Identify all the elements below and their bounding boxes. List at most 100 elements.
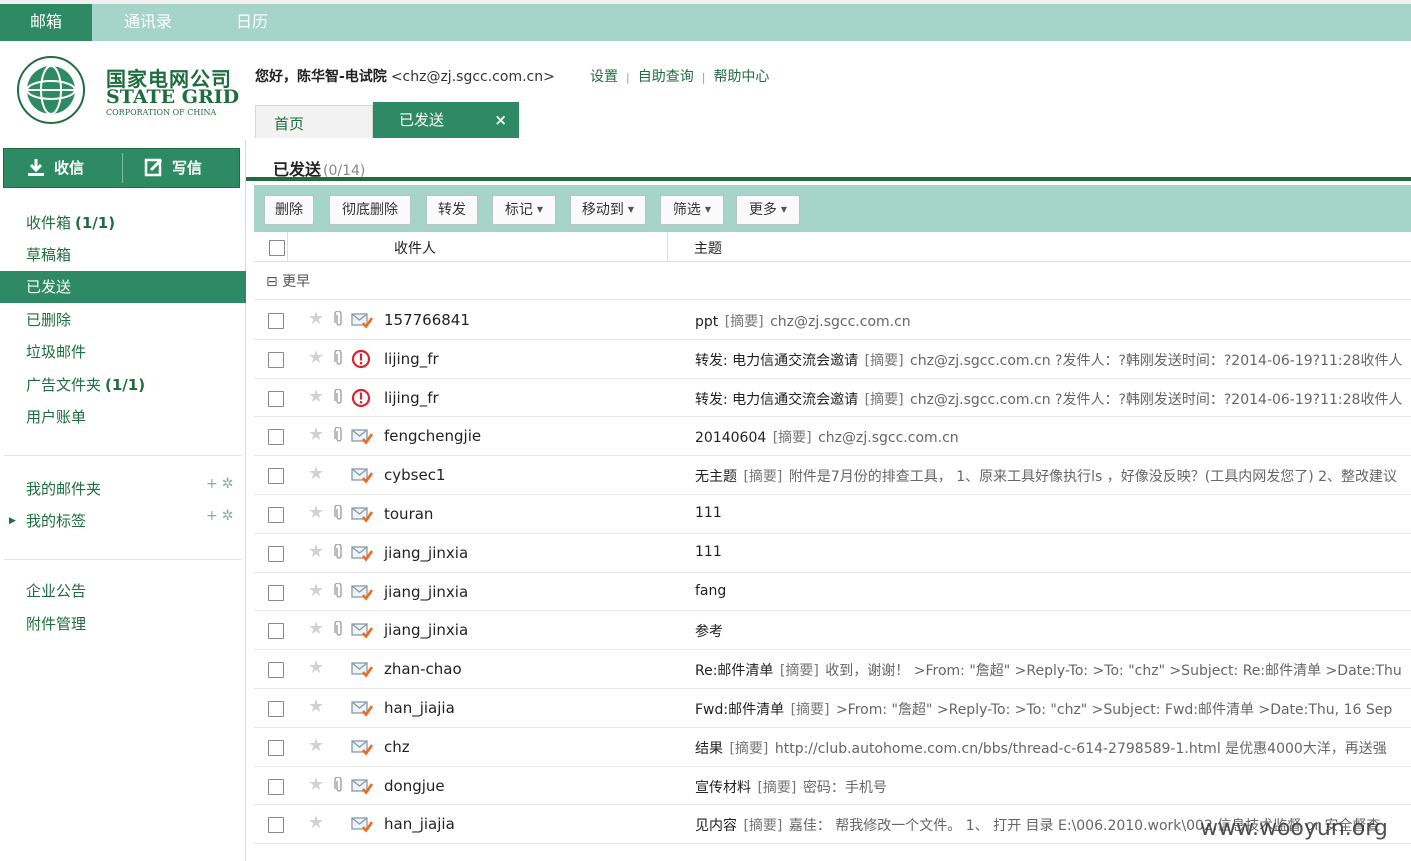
star-icon[interactable]: ★ [308,696,324,717]
user-greeting: 您好，陈华智-电试院 <chz@zj.sgcc.com.cn> [255,66,555,86]
star-icon[interactable]: ★ [308,541,324,562]
table-row[interactable]: ★ cybsec1 无主题 [摘要] 附件是7月份的排查工具， 1、原来工具好像执行… [254,456,1411,495]
move-to-button[interactable]: 移动到 ▼ [570,195,646,225]
app-tab-calendar[interactable]: 日历 [204,4,300,41]
recipient: jiang_jinxia [384,543,469,562]
summary-text: 密码：手机号 [802,779,887,796]
table-row[interactable]: ★ touran 111 [254,495,1411,534]
star-icon[interactable]: ★ [308,580,324,601]
receive-button[interactable]: 收信 [26,149,121,187]
table-row[interactable]: ★ chz 结果 [摘要] http://club.autohome.com.cn/… [254,727,1411,767]
column-header-recipient[interactable]: 收件人 [394,238,436,258]
expand-arrow-icon[interactable]: ▶ [9,516,16,526]
table-row[interactable]: ★ jiang_jinxia 参考 [254,611,1411,651]
summary-tag: [摘要] [772,430,812,447]
sent-mail-icon [351,582,374,602]
star-icon[interactable]: ★ [308,812,324,833]
page-tab-home[interactable]: 首页 [255,105,373,138]
folder-deleted[interactable]: 已删除 [0,304,246,336]
star-icon[interactable]: ★ [308,774,324,795]
row-checkbox[interactable] [268,778,284,795]
star-icon[interactable]: ★ [308,386,324,407]
star-icon[interactable]: ★ [308,735,324,756]
gear-icon[interactable]: ✲ [222,476,234,492]
star-icon[interactable]: ★ [308,424,324,445]
add-icon[interactable]: + [206,508,218,524]
compose-separator [122,153,123,183]
subject-text: 无主题 [695,469,737,486]
select-all-checkbox[interactable] [269,240,285,256]
toolbar: 删除 彻底删除 转发 标记 ▼ 移动到 ▼ 筛选 ▼ 更多 ▼ [254,185,1411,232]
folder-inbox[interactable]: 收件箱 (1/1) [0,207,246,239]
row-checkbox[interactable] [268,584,284,601]
column-header-subject[interactable]: 主题 [694,238,722,258]
group-earlier-toggle[interactable]: ⊟ 更早 [266,271,310,291]
subject: ppt [摘要] chz@zj.sgcc.com.cn [695,311,1411,331]
attachments-link[interactable]: 附件管理 [26,613,86,634]
row-checkbox[interactable] [268,545,284,562]
more-button[interactable]: 更多 ▼ [736,195,800,225]
mark-button[interactable]: 标记 ▼ [492,195,556,225]
notice-link[interactable]: 企业公告 [26,580,86,601]
summary-text: >From: "詹超" >Reply-To: >To: "chz" >Subje… [835,702,1393,718]
row-checkbox[interactable] [268,701,284,717]
star-icon[interactable]: ★ [308,502,324,523]
folder-bills[interactable]: 用户账单 [0,401,246,433]
table-row[interactable]: ★ jiang_jinxia 111 [254,533,1411,573]
forward-button[interactable]: 转发 [426,195,478,225]
row-checkbox[interactable] [268,623,284,640]
row-checkbox[interactable] [268,739,284,756]
app-tab-contacts[interactable]: 通讯录 [92,4,204,41]
close-tab-icon[interactable]: × [494,102,507,138]
summary-text: chz@zj.sgcc.com.cn [770,314,911,330]
my-tags-link[interactable]: 我的标签 [26,510,86,531]
app-tab-mail[interactable]: 邮箱 [0,4,92,41]
settings-link[interactable]: 设置 [590,69,618,85]
sent-mail-icon [351,543,374,563]
mark-label: 标记 [504,202,533,218]
folder-drafts[interactable]: 草稿箱 [0,239,246,271]
star-icon[interactable]: ★ [308,463,324,484]
list-header: 收件人 主题 [254,232,1411,262]
page-tab-sent[interactable]: 已发送 × [373,102,519,138]
recipient: zhan-chao [384,660,462,679]
row-checkbox[interactable] [268,390,284,407]
table-row[interactable]: ★ lijing_fr 转发: 电力信通交流会邀请 [摘要] chz@zj.sgcc… [254,378,1411,418]
row-checkbox[interactable] [268,468,284,485]
gear-icon[interactable]: ✲ [222,508,234,524]
row-checkbox[interactable] [268,313,284,329]
row-checkbox[interactable] [268,662,284,679]
self-service-link[interactable]: 自助查询 [638,69,694,85]
summary-text: chz@zj.sgcc.com.cn ?发件人：?韩刚发送时间：?2014-06… [910,391,1403,408]
table-row[interactable]: ★ 157766841 ppt [摘要] chz@zj.sgcc.com.cn [254,301,1411,340]
row-checkbox[interactable] [268,351,284,368]
folder-sent[interactable]: 已发送 [0,271,246,303]
delete-permanently-button[interactable]: 彻底删除 [329,195,411,225]
table-row[interactable]: ★ zhan-chao Re:邮件清单 [摘要] 收到，谢谢！ >From: "詹超… [254,650,1411,689]
chevron-down-icon: ▼ [627,205,635,214]
delete-button[interactable]: 删除 [264,195,314,225]
write-button[interactable]: 写信 [144,149,239,187]
star-icon[interactable]: ★ [308,308,324,329]
folder-label: 草稿箱 [26,246,72,264]
table-row[interactable]: ★ fengchengjie 20140604 [摘要] chz@zj.sgcc.c… [254,417,1411,457]
star-icon[interactable]: ★ [308,657,324,678]
filter-button[interactable]: 筛选 ▼ [660,195,724,225]
table-row[interactable]: ★ jiang_jinxia fang [254,572,1411,612]
table-row[interactable]: ★ dongjue 宣传材料 [摘要] 密码：手机号 [254,766,1411,806]
star-icon[interactable]: ★ [308,618,324,639]
table-row[interactable]: ★ lijing_fr 转发: 电力信通交流会邀请 [摘要] chz@zj.sgcc… [254,339,1411,379]
table-row[interactable]: ★ han_jiajia Fwd:邮件清单 [摘要] >From: "詹超" >Re… [254,689,1411,728]
folder-ads[interactable]: 广告文件夹 (1/1) [0,369,246,401]
help-center-link[interactable]: 帮助中心 [713,69,769,85]
user-email: <chz@zj.sgcc.com.cn> [390,69,555,85]
sent-mail-icon [351,814,374,834]
row-checkbox[interactable] [268,429,284,446]
my-folders-link[interactable]: 我的邮件夹 [26,478,101,499]
star-icon[interactable]: ★ [308,347,324,368]
subject-text: fang [695,582,727,599]
folder-spam[interactable]: 垃圾邮件 [0,336,246,368]
row-checkbox[interactable] [268,817,284,834]
row-checkbox[interactable] [268,507,284,523]
add-icon[interactable]: + [206,476,218,492]
